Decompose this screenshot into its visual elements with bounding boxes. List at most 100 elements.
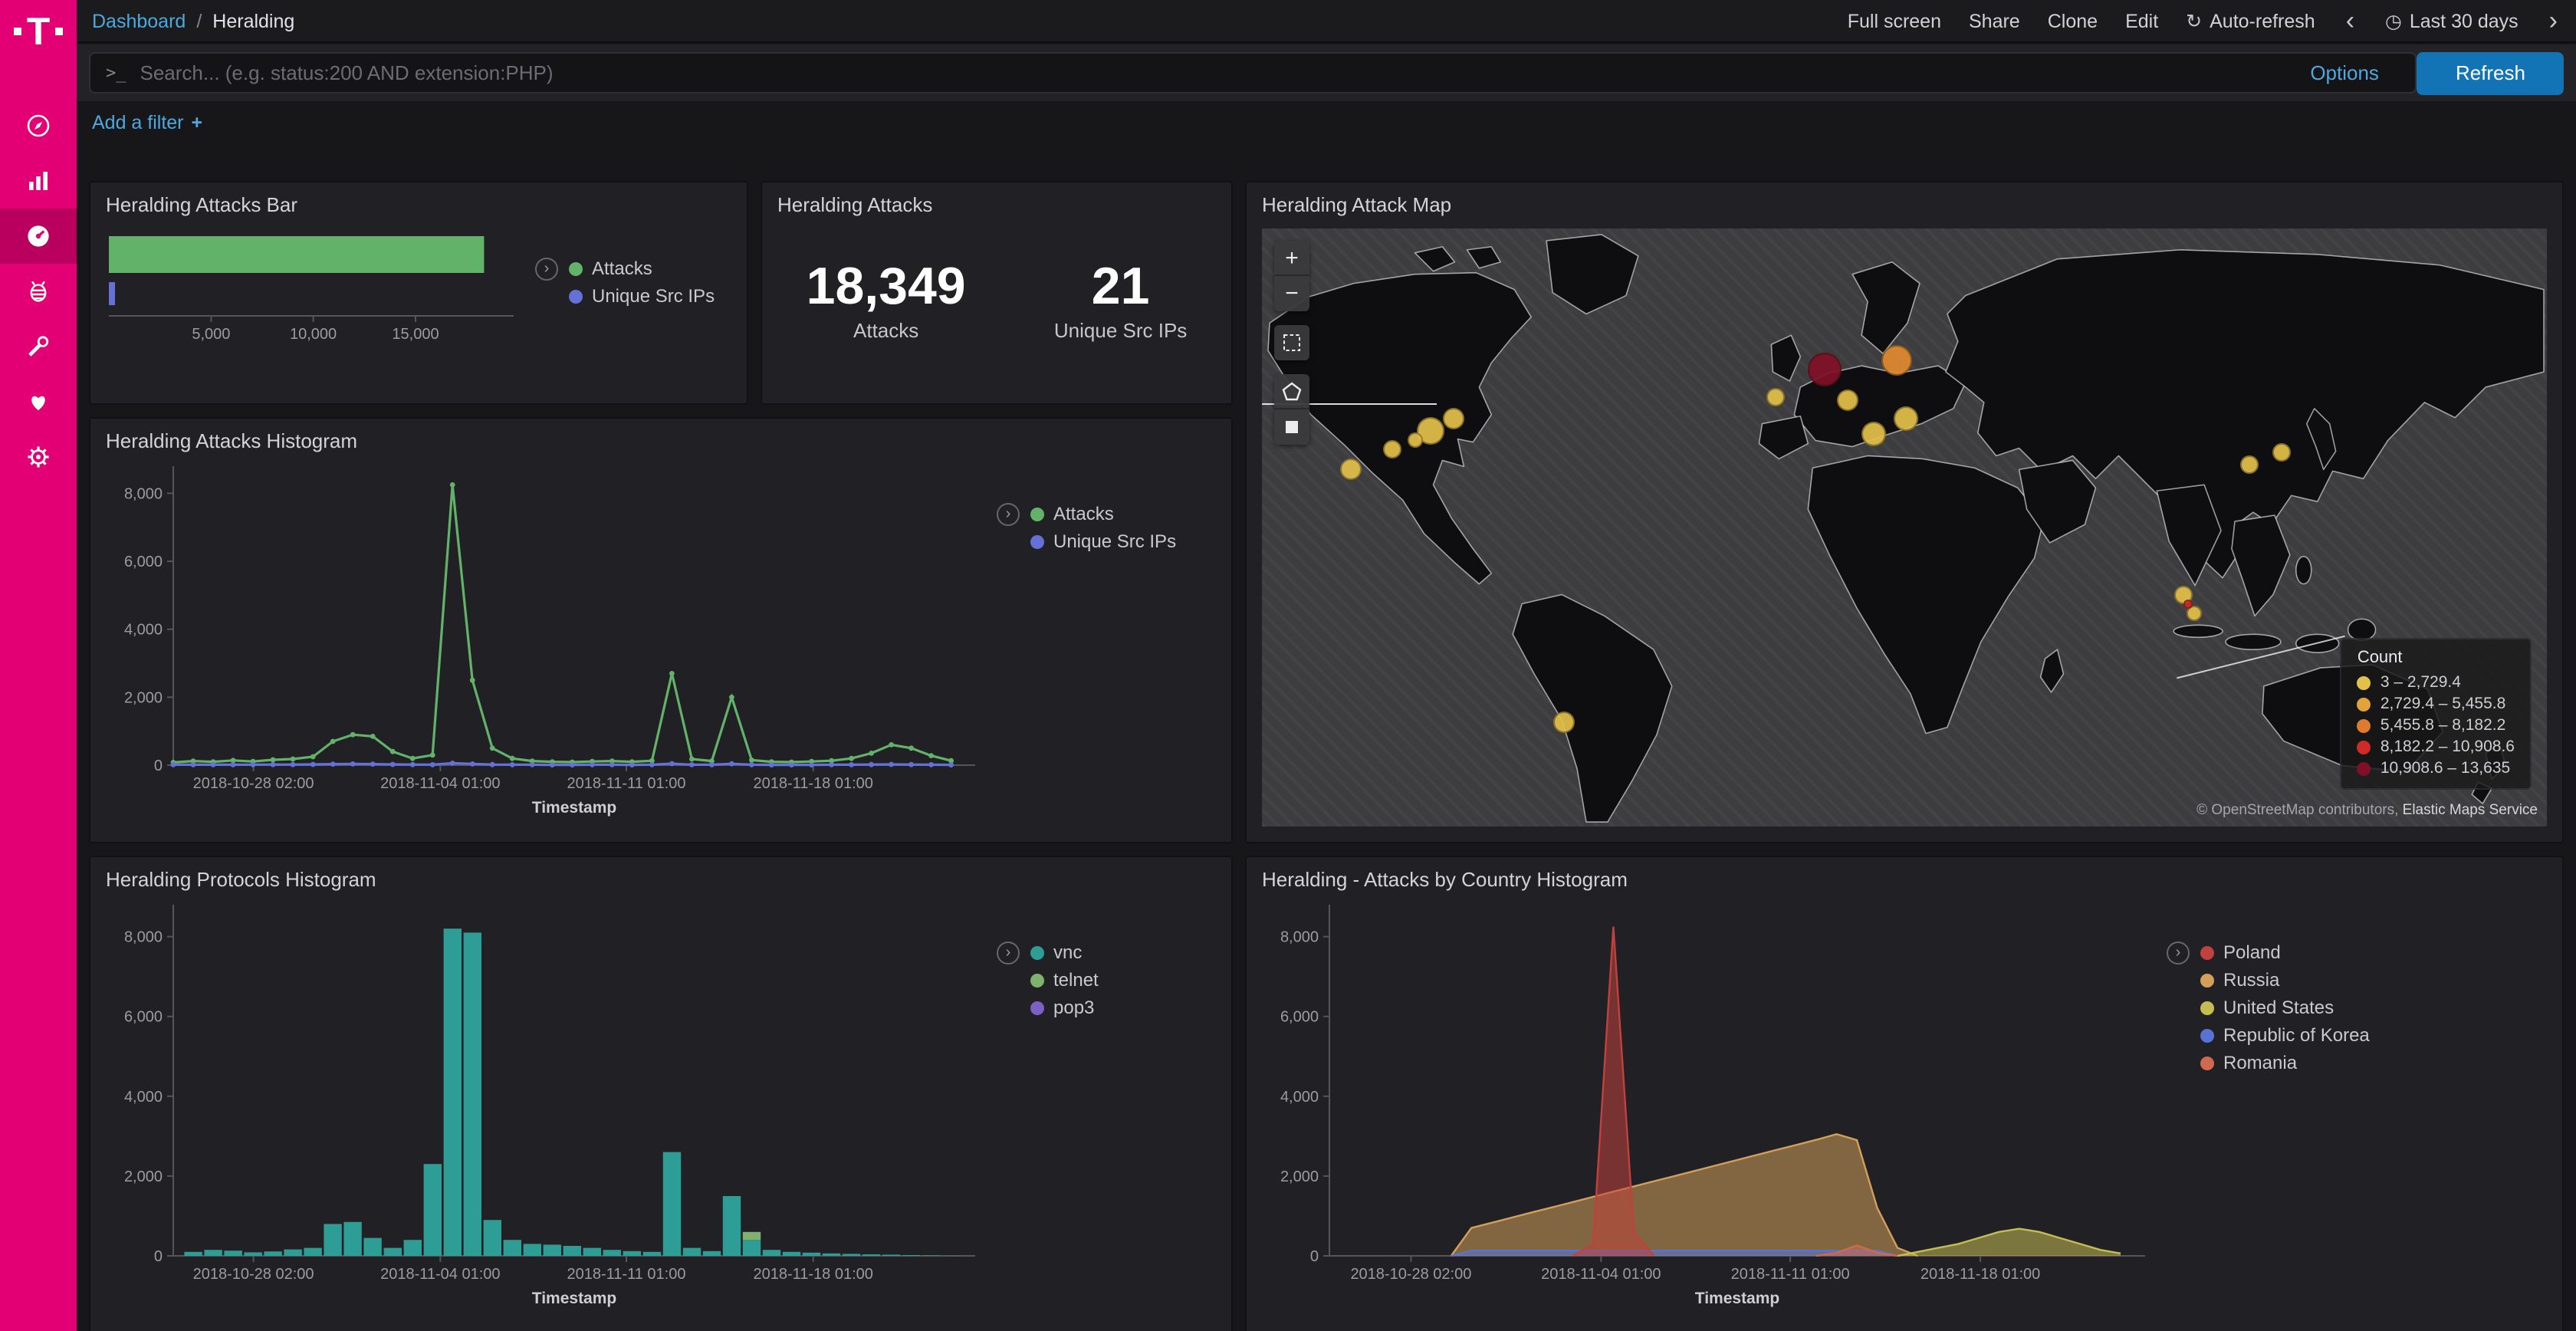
auto-refresh-button[interactable]: ↻Auto-refresh [2186, 9, 2315, 32]
svg-text:4,000: 4,000 [124, 1089, 163, 1106]
svg-text:2018-10-28 02:00: 2018-10-28 02:00 [193, 1266, 314, 1283]
metric-body: 18,349 Attacks 21 Unique Src IPs [762, 221, 1231, 400]
country-histogram-chart[interactable]: 02,0004,0006,0008,0002018-10-28 02:00201… [1259, 896, 2167, 1317]
legend-color-dot [569, 261, 583, 275]
legend-toggle-icon[interactable]: › [997, 942, 1020, 965]
map-marker[interactable] [1808, 353, 1842, 386]
panel-title: Heralding Attacks Bar [90, 182, 747, 221]
legend-item[interactable]: United States [2200, 997, 2370, 1018]
gauge-icon [25, 222, 52, 250]
map-marker[interactable] [1553, 712, 1575, 733]
map-marker[interactable] [1443, 408, 1464, 429]
map-marker[interactable] [1340, 458, 1362, 480]
rectangle-icon [1282, 417, 1302, 437]
map-marker[interactable] [1861, 422, 1886, 446]
legend-color-dot [2358, 675, 2371, 689]
legend-item[interactable]: Unique Src IPs [569, 285, 715, 307]
full-screen-button[interactable]: Full screen [1848, 10, 1941, 31]
svg-text:4,000: 4,000 [1280, 1089, 1319, 1106]
svg-text:2018-11-18 01:00: 2018-11-18 01:00 [753, 1266, 872, 1283]
legend-item[interactable]: pop3 [1030, 997, 1099, 1018]
time-forward-button[interactable]: › [2546, 8, 2561, 34]
sidebar-item-dashboard[interactable] [0, 209, 77, 264]
app-sidebar: T [0, 0, 77, 1331]
logo-square-left [15, 28, 22, 35]
legend-item[interactable]: Russia [2200, 969, 2370, 991]
legend-item[interactable]: Attacks [569, 258, 715, 279]
edit-button[interactable]: Edit [2125, 10, 2158, 31]
legend-item[interactable]: Romania [2200, 1052, 2370, 1073]
map-marker[interactable] [1881, 345, 1912, 376]
world-map[interactable]: + − Count 3 – 2,729.42,729.4 – 5,455.85,… [1262, 228, 2547, 827]
sidebar-item-timelion[interactable] [0, 264, 77, 319]
metric-attacks: 18,349 Attacks [807, 260, 966, 342]
chart-legend: › vnc telnet pop3 [997, 896, 1219, 1317]
map-marker[interactable] [2241, 455, 2259, 474]
sidebar-item-visualize[interactable] [0, 153, 77, 209]
svg-text:10,000: 10,000 [290, 326, 337, 343]
map-controls: + − [1274, 241, 1309, 445]
svg-text:2,000: 2,000 [1280, 1168, 1319, 1185]
breadcrumb-current: Heralding [212, 10, 294, 31]
plus-icon[interactable]: + [192, 112, 203, 133]
sidebar-item-monitoring[interactable] [0, 374, 77, 429]
chart-legend: › Poland Russia United States Republic of Ko… [2167, 896, 2550, 1317]
search-input[interactable] [140, 61, 2275, 84]
svg-text:6,000: 6,000 [124, 554, 163, 570]
time-back-button[interactable]: ‹ [2343, 8, 2358, 34]
legend-item[interactable]: Republic of Korea [2200, 1024, 2370, 1046]
legend-color-dot [2200, 1028, 2214, 1042]
breadcrumb-dashboard-link[interactable]: Dashboard [92, 10, 186, 31]
legend-list: Attacks Unique Src IPs [1030, 503, 1176, 558]
map-marker[interactable] [1894, 406, 1918, 431]
legend-item[interactable]: Unique Src IPs [1030, 531, 1176, 552]
legend-item[interactable]: Attacks [1030, 503, 1176, 524]
legend-toggle-icon[interactable]: › [997, 503, 1020, 526]
legend-color-dot [2358, 740, 2371, 754]
box-zoom-icon [1282, 333, 1302, 353]
sidebar-item-discover[interactable] [0, 98, 77, 153]
legend-color-dot [1030, 1001, 1044, 1014]
refresh-button[interactable]: Refresh [2417, 51, 2564, 94]
attacks-histogram-chart[interactable]: 02,0004,0006,0008,0002018-10-28 02:00201… [103, 457, 997, 827]
metric-label: Unique Src IPs [1054, 320, 1187, 343]
sidebar-item-dev-tools[interactable] [0, 319, 77, 374]
map-marker[interactable] [1766, 388, 1785, 406]
draw-rectangle-button[interactable] [1274, 409, 1309, 445]
auto-refresh-label: Auto-refresh [2210, 11, 2315, 32]
panel-title: Heralding Attack Map [1247, 182, 2562, 221]
svg-text:2,000: 2,000 [124, 1168, 163, 1185]
panel-heralding-attacks-by-country: Heralding - Attacks by Country Histogram… [1245, 856, 2564, 1331]
protocols-histogram-chart[interactable]: 02,0004,0006,0008,0002018-10-28 02:00201… [103, 896, 997, 1317]
svg-text:Timestamp: Timestamp [1695, 1290, 1780, 1307]
breadcrumb: Dashboard / Heralding [92, 10, 294, 31]
svg-text:6,000: 6,000 [1280, 1009, 1319, 1026]
map-marker[interactable] [1837, 389, 1858, 411]
legend-toggle-icon[interactable]: › [2167, 942, 2190, 965]
legend-item[interactable]: vnc [1030, 942, 1099, 963]
zoom-in-button[interactable]: + [1274, 241, 1309, 276]
map-marker[interactable] [1407, 432, 1422, 448]
heart-icon [25, 388, 52, 416]
svg-text:2,000: 2,000 [124, 689, 163, 706]
compass-icon [25, 112, 52, 140]
tmobile-logo[interactable]: T [0, 0, 77, 77]
sidebar-item-management[interactable] [0, 429, 77, 485]
zoom-out-button[interactable]: − [1274, 276, 1309, 311]
draw-polygon-button[interactable] [1274, 374, 1309, 409]
map-marker[interactable] [2272, 443, 2290, 462]
terminal-prompt-icon: >_ [106, 63, 127, 83]
attacks-bar-chart[interactable]: 5,00010,00015,000 [103, 221, 535, 388]
add-filter-link[interactable]: Add a filter [92, 112, 184, 133]
legend-item[interactable]: Poland [2200, 942, 2370, 963]
options-link[interactable]: Options [2310, 61, 2379, 84]
time-range-button[interactable]: ◷Last 30 days [2385, 9, 2518, 32]
clone-button[interactable]: Clone [2048, 10, 2098, 31]
map-marker[interactable] [1384, 440, 1402, 458]
share-button[interactable]: Share [1969, 10, 2020, 31]
legend-toggle-icon[interactable]: › [535, 258, 558, 281]
legend-item[interactable]: telnet [1030, 969, 1099, 991]
box-zoom-button[interactable] [1274, 325, 1309, 360]
elastic-maps-service-link[interactable]: Elastic Maps Service [2403, 802, 2538, 819]
svg-text:15,000: 15,000 [392, 326, 439, 343]
